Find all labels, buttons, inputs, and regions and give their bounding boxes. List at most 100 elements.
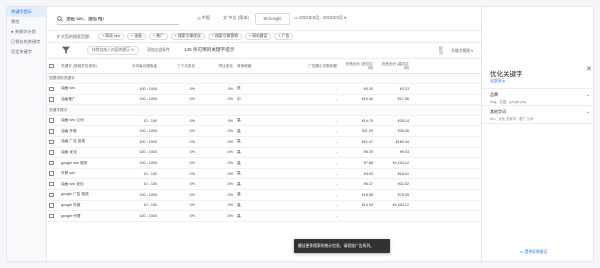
column-header-yoy-change[interactable]: 同比变化	[197, 59, 235, 74]
row-select-cell[interactable]	[47, 125, 59, 138]
impression-share-cell: -	[285, 115, 339, 127]
keyword-search-field[interactable]	[57, 14, 179, 25]
broaden-chip[interactable]: + 网站建设	[244, 33, 272, 40]
refine-section-brand[interactable]: 品牌 bing、百度、google play ⌄	[490, 92, 590, 104]
row-checkbox[interactable]	[49, 139, 54, 145]
keyword-cell[interactable]: 油画 seo 优化	[59, 178, 109, 191]
exclude-adult-chip[interactable]: 排除含成人内容的提示 ✕	[87, 46, 140, 55]
row-select-cell[interactable]	[47, 189, 59, 201]
yoy-change-cell: 0%	[197, 200, 235, 212]
refine-section-other-terms[interactable]: 其他字词 seo、优化 关键字、推广 公司 ⌄	[490, 109, 590, 121]
row-checkbox[interactable]	[49, 213, 54, 219]
row-checkbox[interactable]	[49, 181, 54, 187]
table-row[interactable]: 油画 优化 100 - 1000 0% 0% 高 - ¥5.39 ¥9.03	[47, 147, 481, 159]
chevron-down-icon[interactable]: ⌄	[586, 92, 590, 98]
row-checkbox[interactable]	[49, 150, 54, 155]
column-header-volume[interactable]: 平均每月搜索量	[109, 59, 159, 74]
impression-share-cell: -	[285, 147, 339, 159]
show-all-link[interactable]: 全部显示	[490, 79, 505, 84]
row-select-cell[interactable]	[47, 200, 59, 212]
table-row[interactable]: 油画 seo 100 - 1000 0% 0% 低 - ¥0.30 ¥3.23	[47, 83, 481, 95]
table-row[interactable]: google seo 服务 100 - 1000 0% 0% 高 - ¥7.88 ¥4,294…	[47, 157, 481, 169]
keyword-search-input[interactable]	[66, 16, 176, 22]
date-range-selector[interactable]: ▭ 2022年9月 - 2023年8月 ▾	[294, 15, 346, 21]
3m-change-cell: 0%	[159, 94, 197, 106]
table-row[interactable]: 油画 广告 投放 100 - 1000 0% 0% 高 - ¥21.47 ¥180.44	[47, 136, 481, 148]
feedback-link[interactable]: ▭ 提供反馈意见	[520, 249, 547, 255]
broaden-chip[interactable]: + 油画	[127, 33, 146, 40]
row-checkbox[interactable]	[49, 160, 54, 166]
row-select-cell[interactable]	[47, 210, 59, 222]
select-all-checkbox[interactable]	[49, 63, 54, 68]
table-row[interactable]: 油画推广 100 - 1000 0% 0% 中 - ¥10.40 ¥17.56	[47, 94, 481, 106]
filter-icon[interactable]	[61, 45, 71, 55]
select-all-cell[interactable]	[47, 59, 59, 74]
table-row[interactable]: google 外推 10 - 100 0% 0% 高 - ¥14.94 ¥4,294.12	[47, 200, 481, 212]
chevron-down-icon[interactable]: ⌄	[586, 109, 590, 115]
keyword-cell[interactable]: google seo 服务	[59, 157, 109, 169]
row-select-cell[interactable]	[47, 83, 59, 95]
column-header-impression-share[interactable]: 广告展示次数份额	[285, 59, 339, 74]
row-select-cell[interactable]	[47, 115, 59, 127]
column-header-competition[interactable]: 竞争程度	[235, 59, 285, 74]
keyword-cell[interactable]: 油画 seo 公司	[59, 115, 109, 127]
table-row[interactable]: google 广告 投放 100 - 1000 0% 0% 高 - ¥18.58 ¥78.95	[47, 189, 481, 201]
keyword-cell[interactable]: google 广告 投放	[59, 189, 109, 201]
keyword-cell[interactable]: 油画 广告 投放	[59, 136, 109, 148]
sidebar-item-negative-keywords[interactable]: 否定关键字	[7, 47, 46, 57]
row-checkbox[interactable]	[49, 129, 54, 134]
row-checkbox[interactable]	[49, 192, 54, 198]
keyword-cell[interactable]: 外贸 seo	[59, 168, 109, 180]
row-select-cell[interactable]	[47, 94, 59, 106]
row-checkbox[interactable]	[49, 97, 54, 102]
keyword-cell[interactable]: 油画推广	[59, 94, 109, 106]
broaden-chip[interactable]: + 广告	[274, 33, 294, 40]
table-row[interactable]: 油画 seo 公司 10 - 100 0% 0% 高 - ¥14.79 ¥35.14	[47, 115, 481, 127]
language-selector[interactable]: 文 中文 (简体)	[223, 15, 249, 21]
table-row[interactable]: 油画 seo 优化 10 - 100 0% 0% 高 - ¥5.37 ¥32.52	[47, 178, 481, 191]
table-row[interactable]: 外贸 seo 10 - 100 0% 0% 高 - ¥4.52 ¥16.61	[47, 168, 481, 180]
row-select-cell[interactable]	[47, 168, 59, 180]
sidebar-item-forecast[interactable]: 预估	[7, 17, 46, 27]
sidebar-item-keyword-ideas[interactable]: 关键字提示	[7, 7, 46, 17]
location-selector[interactable]: ⊙ 中国	[197, 15, 210, 21]
row-checkbox[interactable]	[49, 118, 54, 123]
bid-low-cell: ¥10.40	[339, 94, 375, 106]
row-select-cell[interactable]	[47, 157, 59, 169]
divider	[482, 88, 593, 89]
network-icon: ⊞	[263, 16, 267, 21]
keyword-cell[interactable]: google 代理	[59, 210, 109, 222]
columns-icon[interactable]: ▥	[439, 45, 443, 50]
keyword-cell[interactable]: 油画 外推	[59, 125, 109, 138]
row-select-cell[interactable]	[47, 147, 59, 159]
column-header-keyword[interactable]: 关键字 (按相关性排序)	[59, 59, 109, 74]
row-select-cell[interactable]	[47, 178, 59, 191]
row-checkbox[interactable]	[49, 86, 54, 92]
sidebar-item-saved-keywords[interactable]: 已保存的关键字	[7, 37, 46, 47]
row-select-cell[interactable]	[47, 136, 59, 148]
column-header-bid-high[interactable]: 页首出价 (高位区间)	[375, 59, 411, 74]
bid-high-cell: ¥4,294.12	[375, 200, 411, 212]
close-icon[interactable]: ✕	[586, 65, 592, 73]
sidebar-item-keyword-plan[interactable]: ● 关键字计划	[7, 27, 46, 37]
network-selector[interactable]: ⊞ Google	[255, 13, 290, 25]
keyword-cell[interactable]: 油画 seo	[59, 83, 109, 95]
row-checkbox[interactable]	[49, 203, 54, 208]
keyword-cell[interactable]: google 外推	[59, 200, 109, 212]
impression-share-cell: -	[285, 189, 339, 201]
table-row[interactable]: google 代理 100 - 1000 0% 0% 高 -	[47, 210, 481, 222]
add-filter-button[interactable]: 添加过滤条件	[147, 48, 170, 53]
column-header-3m-change[interactable]: 三个月变化	[159, 59, 197, 74]
bid-high-cell: ¥32.52	[375, 178, 411, 191]
row-checkbox[interactable]	[49, 171, 54, 176]
row-spacer	[411, 94, 481, 106]
table-row[interactable]: 油画 外推 100 - 1000 0% 0% 高 - ¥11.25 ¥35.06	[47, 125, 481, 138]
broaden-chip[interactable]: + 搜索引擎优化	[170, 33, 205, 40]
keyword-view-selector[interactable]: 关键字视图 ▾	[451, 48, 473, 54]
broaden-chip[interactable]: + 网站 seo	[98, 33, 125, 40]
bid-high-cell: ¥35.06	[375, 125, 411, 138]
column-header-bid-low[interactable]: 页首出价 (低位区间)	[339, 59, 375, 74]
broaden-chip[interactable]: + 搜索引擎营销	[207, 33, 242, 40]
broaden-chip[interactable]: + 推广	[148, 33, 168, 40]
keyword-cell[interactable]: 油画 优化	[59, 147, 109, 159]
